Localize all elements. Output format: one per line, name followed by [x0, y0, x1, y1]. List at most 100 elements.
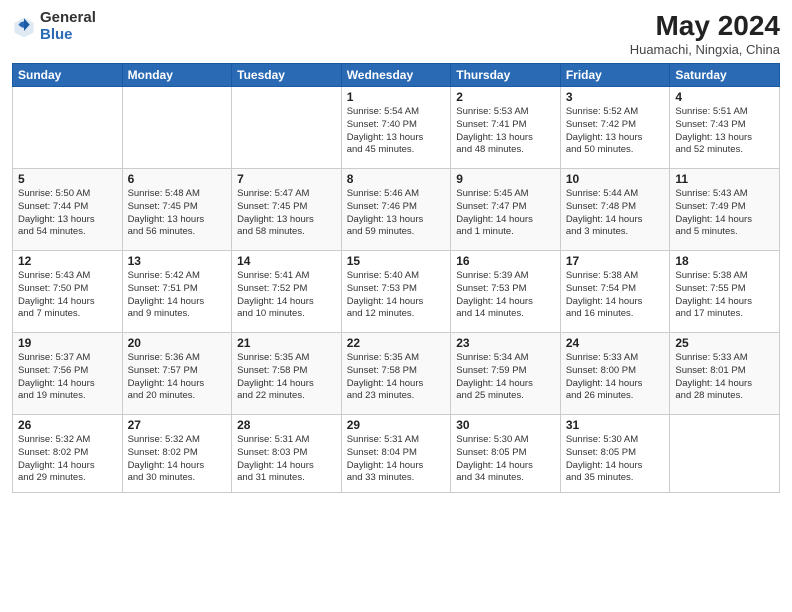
- calendar-cell: 5Sunrise: 5:50 AM Sunset: 7:44 PM Daylig…: [13, 169, 123, 251]
- day-info: Sunrise: 5:44 AM Sunset: 7:48 PM Dayligh…: [566, 188, 665, 239]
- col-friday: Friday: [560, 64, 670, 87]
- day-info: Sunrise: 5:40 AM Sunset: 7:53 PM Dayligh…: [347, 270, 446, 321]
- day-info: Sunrise: 5:34 AM Sunset: 7:59 PM Dayligh…: [456, 352, 555, 403]
- day-number: 25: [675, 336, 774, 350]
- col-wednesday: Wednesday: [341, 64, 451, 87]
- calendar-cell: 26Sunrise: 5:32 AM Sunset: 8:02 PM Dayli…: [13, 415, 123, 493]
- logo-general: General: [40, 9, 96, 26]
- calendar-cell: 19 Sunrise: 5:37 AM Sunset: 7:56 PM Dayli…: [13, 333, 123, 415]
- calendar-cell: 1 Sunrise: 5:54 AM Sunset: 7:40 PM Daylig…: [341, 87, 451, 169]
- day-number: 14: [237, 254, 336, 268]
- day-info: Sunrise: 5:52 AM Sunset: 7:42 PM Dayligh…: [566, 106, 665, 157]
- calendar-table: Sunday Monday Tuesday Wednesday Thursday…: [12, 63, 780, 493]
- calendar-row-3: 12 Sunrise: 5:43 AM Sunset: 7:50 PM Dayli…: [13, 251, 780, 333]
- calendar-cell: 15 Sunrise: 5:40 AM Sunset: 7:53 PM Dayli…: [341, 251, 451, 333]
- calendar-cell: 16 Sunrise: 5:39 AM Sunset: 7:53 PM Dayli…: [451, 251, 561, 333]
- calendar-cell: 29Sunrise: 5:31 AM Sunset: 8:04 PM Dayli…: [341, 415, 451, 493]
- calendar-cell: [232, 87, 342, 169]
- col-saturday: Saturday: [670, 64, 780, 87]
- day-number: 11: [675, 172, 774, 186]
- calendar-cell: 18 Sunrise: 5:38 AM Sunset: 7:55 PM Dayli…: [670, 251, 780, 333]
- day-number: 19: [18, 336, 117, 350]
- day-number: 10: [566, 172, 665, 186]
- calendar-cell: 6 Sunrise: 5:48 AM Sunset: 7:45 PM Daylig…: [122, 169, 232, 251]
- calendar-cell: 14 Sunrise: 5:41 AM Sunset: 7:52 PM Dayli…: [232, 251, 342, 333]
- calendar-cell: 2Sunrise: 5:53 AM Sunset: 7:41 PM Daylig…: [451, 87, 561, 169]
- day-info: Sunrise: 5:41 AM Sunset: 7:52 PM Dayligh…: [237, 270, 336, 321]
- day-info: Sunrise: 5:43 AM Sunset: 7:50 PM Dayligh…: [18, 270, 117, 321]
- day-info: Sunrise: 5:30 AM Sunset: 8:05 PM Dayligh…: [456, 434, 555, 485]
- col-sunday: Sunday: [13, 64, 123, 87]
- calendar-row-1: 1 Sunrise: 5:54 AM Sunset: 7:40 PM Daylig…: [13, 87, 780, 169]
- day-info: Sunrise: 5:43 AM Sunset: 7:49 PM Dayligh…: [675, 188, 774, 239]
- day-number: 29: [347, 418, 446, 432]
- day-number: 9: [456, 172, 555, 186]
- calendar-page: General Blue May 2024 Huamachi, Ningxia,…: [0, 0, 792, 612]
- day-info: Sunrise: 5:38 AM Sunset: 7:54 PM Dayligh…: [566, 270, 665, 321]
- day-number: 18: [675, 254, 774, 268]
- calendar-row-5: 26Sunrise: 5:32 AM Sunset: 8:02 PM Dayli…: [13, 415, 780, 493]
- day-info: Sunrise: 5:45 AM Sunset: 7:47 PM Dayligh…: [456, 188, 555, 239]
- day-info: Sunrise: 5:31 AM Sunset: 8:03 PM Dayligh…: [237, 434, 336, 485]
- calendar-cell: 25 Sunrise: 5:33 AM Sunset: 8:01 PM Dayli…: [670, 333, 780, 415]
- day-number: 6: [128, 172, 227, 186]
- col-thursday: Thursday: [451, 64, 561, 87]
- col-tuesday: Tuesday: [232, 64, 342, 87]
- day-info: Sunrise: 5:51 AM Sunset: 7:43 PM Dayligh…: [675, 106, 774, 157]
- day-number: 31: [566, 418, 665, 432]
- day-info: Sunrise: 5:39 AM Sunset: 7:53 PM Dayligh…: [456, 270, 555, 321]
- calendar-row-4: 19 Sunrise: 5:37 AM Sunset: 7:56 PM Dayli…: [13, 333, 780, 415]
- calendar-cell: 23 Sunrise: 5:34 AM Sunset: 7:59 PM Dayli…: [451, 333, 561, 415]
- day-number: 24: [566, 336, 665, 350]
- calendar-cell: 11 Sunrise: 5:43 AM Sunset: 7:49 PM Dayli…: [670, 169, 780, 251]
- day-info: Sunrise: 5:46 AM Sunset: 7:46 PM Dayligh…: [347, 188, 446, 239]
- calendar-cell: 27Sunrise: 5:32 AM Sunset: 8:02 PM Dayli…: [122, 415, 232, 493]
- day-info: Sunrise: 5:38 AM Sunset: 7:55 PM Dayligh…: [675, 270, 774, 321]
- calendar-cell: 10 Sunrise: 5:44 AM Sunset: 7:48 PM Dayli…: [560, 169, 670, 251]
- day-info: Sunrise: 5:37 AM Sunset: 7:56 PM Dayligh…: [18, 352, 117, 403]
- day-number: 7: [237, 172, 336, 186]
- calendar-header-row: Sunday Monday Tuesday Wednesday Thursday…: [13, 64, 780, 87]
- day-number: 28: [237, 418, 336, 432]
- calendar-cell: 31Sunrise: 5:30 AM Sunset: 8:05 PM Dayli…: [560, 415, 670, 493]
- day-number: 27: [128, 418, 227, 432]
- day-info: Sunrise: 5:50 AM Sunset: 7:44 PM Dayligh…: [18, 188, 117, 239]
- calendar-cell: 8 Sunrise: 5:46 AM Sunset: 7:46 PM Daylig…: [341, 169, 451, 251]
- day-number: 30: [456, 418, 555, 432]
- day-info: Sunrise: 5:32 AM Sunset: 8:02 PM Dayligh…: [18, 434, 117, 485]
- calendar-cell: 17 Sunrise: 5:38 AM Sunset: 7:54 PM Dayli…: [560, 251, 670, 333]
- day-number: 21: [237, 336, 336, 350]
- day-info: Sunrise: 5:35 AM Sunset: 7:58 PM Dayligh…: [347, 352, 446, 403]
- day-info: Sunrise: 5:33 AM Sunset: 8:01 PM Dayligh…: [675, 352, 774, 403]
- day-number: 16: [456, 254, 555, 268]
- day-info: Sunrise: 5:53 AM Sunset: 7:41 PM Dayligh…: [456, 106, 555, 157]
- col-monday: Monday: [122, 64, 232, 87]
- day-number: 12: [18, 254, 117, 268]
- day-number: 8: [347, 172, 446, 186]
- day-number: 20: [128, 336, 227, 350]
- day-number: 15: [347, 254, 446, 268]
- calendar-cell: 3Sunrise: 5:52 AM Sunset: 7:42 PM Daylig…: [560, 87, 670, 169]
- calendar-cell: 22 Sunrise: 5:35 AM Sunset: 7:58 PM Dayli…: [341, 333, 451, 415]
- logo: General Blue: [12, 10, 96, 43]
- day-info: Sunrise: 5:54 AM Sunset: 7:40 PM Dayligh…: [347, 106, 446, 157]
- title-block: May 2024 Huamachi, Ningxia, China: [630, 10, 780, 57]
- logo-blue: Blue: [40, 26, 73, 43]
- calendar-cell: 7 Sunrise: 5:47 AM Sunset: 7:45 PM Daylig…: [232, 169, 342, 251]
- day-number: 4: [675, 90, 774, 104]
- day-number: 23: [456, 336, 555, 350]
- day-info: Sunrise: 5:47 AM Sunset: 7:45 PM Dayligh…: [237, 188, 336, 239]
- day-number: 22: [347, 336, 446, 350]
- location: Huamachi, Ningxia, China: [630, 42, 780, 57]
- day-info: Sunrise: 5:33 AM Sunset: 8:00 PM Dayligh…: [566, 352, 665, 403]
- calendar-cell: 4 Sunrise: 5:51 AM Sunset: 7:43 PM Daylig…: [670, 87, 780, 169]
- month-title: May 2024: [630, 10, 780, 42]
- logo-icon: [12, 15, 36, 39]
- day-number: 17: [566, 254, 665, 268]
- calendar-cell: 21Sunrise: 5:35 AM Sunset: 7:58 PM Dayli…: [232, 333, 342, 415]
- logo-text: General Blue: [40, 10, 96, 43]
- calendar-cell: 30 Sunrise: 5:30 AM Sunset: 8:05 PM Dayli…: [451, 415, 561, 493]
- day-number: 1: [347, 90, 446, 104]
- day-number: 13: [128, 254, 227, 268]
- day-info: Sunrise: 5:48 AM Sunset: 7:45 PM Dayligh…: [128, 188, 227, 239]
